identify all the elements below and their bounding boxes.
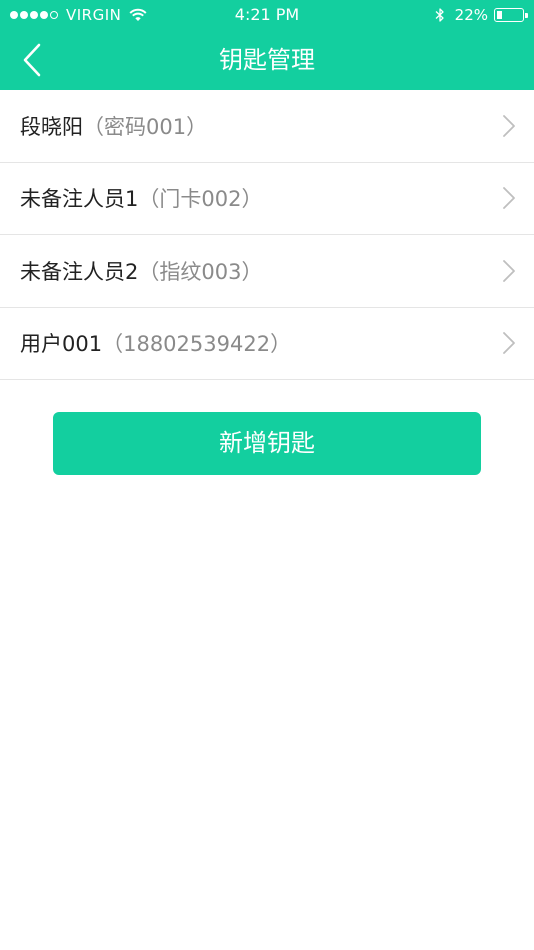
nav-bar: 钥匙管理 xyxy=(0,30,534,90)
key-type-detail: （门卡002） xyxy=(138,187,263,212)
chevron-right-icon xyxy=(503,259,515,282)
chevron-right-icon xyxy=(503,332,515,355)
key-list: 段晓阳 （密码001） 未备注人员1 （门卡002） 未备注人员2 （指纹003） 用… xyxy=(0,90,534,380)
battery-percent: 22% xyxy=(454,6,488,24)
battery-tip xyxy=(525,12,528,18)
key-list-item[interactable]: 未备注人员1 （门卡002） xyxy=(0,162,534,235)
status-bar: VIRGIN 4:21 PM 22% xyxy=(0,0,534,30)
header-bar: VIRGIN 4:21 PM 22% 钥匙管理 xyxy=(0,0,534,90)
key-owner-name: 未备注人员1 xyxy=(20,187,139,212)
chevron-right-icon xyxy=(503,187,515,210)
key-owner-name: 用户001 xyxy=(20,332,103,357)
key-type-detail: （18802539422） xyxy=(102,332,292,357)
key-type-detail: （密码001） xyxy=(83,114,208,139)
bluetooth-icon xyxy=(435,8,444,22)
key-owner-name: 未备注人员2 xyxy=(20,259,139,284)
battery-area: 22% xyxy=(435,5,528,25)
key-list-item[interactable]: 段晓阳 （密码001） xyxy=(0,90,534,163)
key-list-item[interactable]: 未备注人员2 （指纹003） xyxy=(0,235,534,308)
page-title: 钥匙管理 xyxy=(219,46,315,74)
battery-fill xyxy=(496,10,502,19)
chevron-right-icon xyxy=(503,114,515,137)
key-type-detail: （指纹003） xyxy=(138,259,263,284)
key-owner-name: 段晓阳 xyxy=(20,114,83,139)
add-key-button[interactable]: 新增钥匙 xyxy=(53,412,481,475)
key-list-item[interactable]: 用户001 （18802539422） xyxy=(0,307,534,380)
battery-icon xyxy=(494,8,528,22)
